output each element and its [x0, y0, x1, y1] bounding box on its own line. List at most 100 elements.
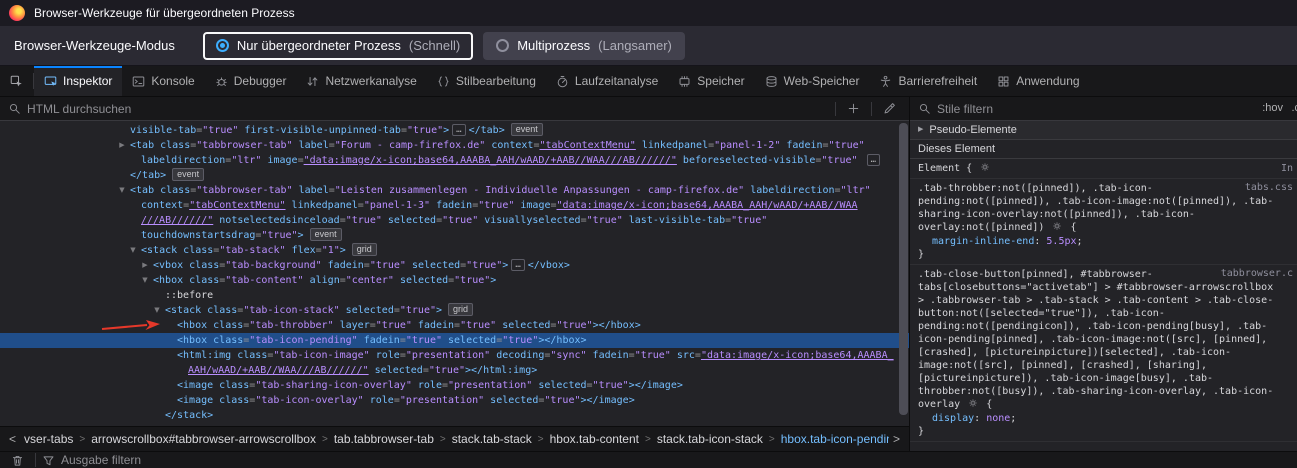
window-title: Browser-Werkzeuge für übergeordneten Pro… [34, 6, 295, 20]
badge-grid[interactable]: grid [352, 243, 377, 256]
add-node-button[interactable] [842, 102, 865, 115]
attribute-name: class [183, 245, 213, 256]
breadcrumb-item[interactable]: stack.tab-stack [448, 432, 536, 446]
breadcrumb-item[interactable]: vser-tabs [20, 432, 77, 446]
breadcrumb-item[interactable]: tab.tabbrowser-tab [330, 432, 438, 446]
css-declaration[interactable]: margin-inline-end: 5.5px; [918, 235, 1289, 248]
markup-line[interactable]: ::before [0, 288, 909, 303]
pseudo-class-panel-toggle[interactable]: :hov [1262, 102, 1283, 114]
twisty-icon[interactable]: ▼ [127, 243, 139, 258]
radio-icon[interactable] [496, 39, 509, 52]
pseudo-elements-header[interactable]: ▶ Pseudo-Elemente [910, 121, 1297, 140]
property-value: none [986, 413, 1010, 424]
tool-tab-inspektor[interactable]: Inspektor [34, 66, 122, 96]
console-icon [132, 75, 145, 88]
attribute-value-link[interactable]: AAH/wAAD/+AAB//WAA///AB//////" [188, 365, 369, 376]
twisty-icon[interactable]: ▶ [139, 258, 151, 273]
gear-icon[interactable] [968, 398, 978, 412]
twisty-icon[interactable]: ▼ [116, 183, 128, 198]
attribute-value-link[interactable]: "data:image/x-icon;base64,AAABA_ [701, 350, 894, 361]
stylesheet-source-link[interactable]: In [1276, 162, 1293, 175]
tool-tab-anwendung[interactable]: Anwendung [987, 66, 1089, 96]
markup-scrollbar[interactable] [899, 123, 908, 424]
markup-line[interactable]: </stack> [0, 408, 909, 423]
markup-line[interactable]: context="tabContextMenu" linkedpanel="pa… [0, 198, 909, 213]
tool-tab-konsole[interactable]: Konsole [122, 66, 204, 96]
attribute-value-link[interactable]: "data:image/x-icon;base64,AAABA_AAH/wAAD… [557, 200, 858, 211]
markup-line[interactable]: <image class="tab-sharing-icon-overlay" … [0, 378, 909, 393]
search-icon [8, 102, 21, 115]
gear-icon[interactable] [1052, 221, 1062, 235]
tool-tab-barrierefreiheit[interactable]: Barrierefreiheit [869, 66, 987, 96]
markup-line[interactable]: <hbox class="tab-throbber" layer="true" … [0, 318, 909, 333]
badge-event[interactable]: event [172, 168, 204, 181]
breadcrumb-separator: > [322, 434, 328, 445]
markup-line[interactable]: labeldirection="ltr" image="data:image/x… [0, 153, 909, 168]
markup-code: labeldirection="ltr" image="data:image/x… [141, 155, 883, 166]
ellipsis-expander[interactable]: … [511, 259, 524, 271]
console-filter-input[interactable]: Ausgabe filtern [61, 453, 141, 467]
tag-name: tab [136, 185, 154, 196]
attribute-value-link[interactable]: "tabContextMenu" [540, 140, 636, 151]
breadcrumb-item[interactable]: hbox.tab-icon-pending [777, 432, 889, 446]
ellipsis-expander[interactable]: … [867, 154, 880, 166]
breadcrumb-item[interactable]: hbox.tab-content [546, 432, 643, 446]
markup-line[interactable]: visible-tab="true" first-visible-unpinne… [0, 123, 909, 138]
badge-event[interactable]: event [310, 228, 342, 241]
attribute-name: image [520, 200, 550, 211]
attribute-value-link[interactable]: ///AB//////" [141, 215, 213, 226]
markup-line[interactable]: ▶<tab class="tabbrowser-tab" label="Foru… [0, 138, 909, 153]
class-panel-toggle[interactable]: .cls [1292, 102, 1297, 114]
attribute-name: selected [388, 215, 436, 226]
rules-filter-input[interactable]: Stile filtern [937, 102, 1289, 116]
badge-event[interactable]: event [511, 123, 543, 136]
attribute-value: "tab-icon-overlay" [255, 395, 363, 406]
tool-tab-web-speicher[interactable]: Web-Speicher [755, 66, 870, 96]
markup-line[interactable]: ▼<hbox class="tab-content" align="center… [0, 273, 909, 288]
twisty-icon[interactable]: ▼ [139, 273, 151, 288]
badge-grid[interactable]: grid [448, 303, 473, 316]
tool-tab-debugger[interactable]: Debugger [205, 66, 297, 96]
breadcrumb-scroll-right-button[interactable]: > [889, 432, 904, 446]
attribute-name: class [189, 260, 219, 271]
mode-option-1[interactable]: Multiprozess(Langsamer) [483, 32, 685, 60]
attribute-value: "presentation" [406, 350, 490, 361]
markup-line[interactable]: <hbox class="tab-icon-pending" fadein="t… [0, 333, 909, 348]
markup-line[interactable]: ///AB//////" notselectedsinceload="true"… [0, 213, 909, 228]
radio-icon[interactable] [216, 39, 229, 52]
markup-line[interactable]: ▼<tab class="tabbrowser-tab" label="Leis… [0, 183, 909, 198]
twisty-icon[interactable]: ▶ [116, 138, 128, 153]
scrollbar-thumb[interactable] [899, 123, 908, 415]
markup-line[interactable]: ▶<vbox class="tab-background" fadein="tr… [0, 258, 909, 273]
eyedropper-button[interactable] [878, 102, 901, 115]
tool-tab-netzwerkanalyse[interactable]: Netzwerkanalyse [296, 66, 426, 96]
markup-line[interactable]: <html:img class="tab-icon-image" role="p… [0, 348, 909, 363]
markup-line[interactable]: </tab>event [0, 168, 909, 183]
markup-line[interactable]: ▼<stack class="tab-stack" flex="1">grid [0, 243, 909, 258]
breadcrumb-separator: > [440, 434, 446, 445]
twisty-icon[interactable]: ▼ [151, 303, 163, 318]
stylesheet-source-link[interactable]: tabbrowser.c [1216, 268, 1293, 279]
markup-line[interactable]: ▼<stack class="tab-icon-stack" selected=… [0, 303, 909, 318]
ellipsis-expander[interactable]: … [452, 124, 465, 136]
mode-option-0[interactable]: Nur übergeordneter Prozess(Schnell) [203, 32, 473, 60]
css-declaration[interactable]: display: none; [918, 412, 1289, 425]
markup-line[interactable]: AAH/wAAD/+AAB//WAA///AB//////" selected=… [0, 363, 909, 378]
clear-console-button[interactable] [6, 454, 29, 467]
markup-search-input[interactable]: HTML durchsuchen [27, 102, 829, 116]
stylesheet-source-link[interactable]: tabs.css [1240, 182, 1293, 193]
breadcrumb-item[interactable]: arrowscrollbox#tabbrowser-arrowscrollbox [87, 432, 320, 446]
markup-line[interactable]: <image class="tab-icon-overlay" role="pr… [0, 393, 909, 408]
node-picker-button[interactable] [0, 66, 33, 96]
element-inline-rule[interactable]: Element { In [910, 159, 1297, 179]
breadcrumb-item[interactable]: stack.tab-icon-stack [653, 432, 767, 446]
tool-tab-speicher[interactable]: Speicher [668, 66, 754, 96]
tool-tab-stilbearbeitung[interactable]: Stilbearbeitung [427, 66, 546, 96]
attribute-value-link[interactable]: "tabContextMenu" [189, 200, 285, 211]
breadcrumb-scroll-left-button[interactable]: < [5, 432, 20, 446]
attribute-name: touchdownstartsdrag [141, 230, 255, 241]
tool-tab-laufzeitanalyse[interactable]: Laufzeitanalyse [546, 66, 668, 96]
attribute-value-link[interactable]: "data:image/x-icon;base64,AAABA_AAH/wAAD… [304, 155, 677, 166]
markup-line[interactable]: touchdownstartsdrag="true">event [0, 228, 909, 243]
gear-icon[interactable] [980, 162, 990, 172]
